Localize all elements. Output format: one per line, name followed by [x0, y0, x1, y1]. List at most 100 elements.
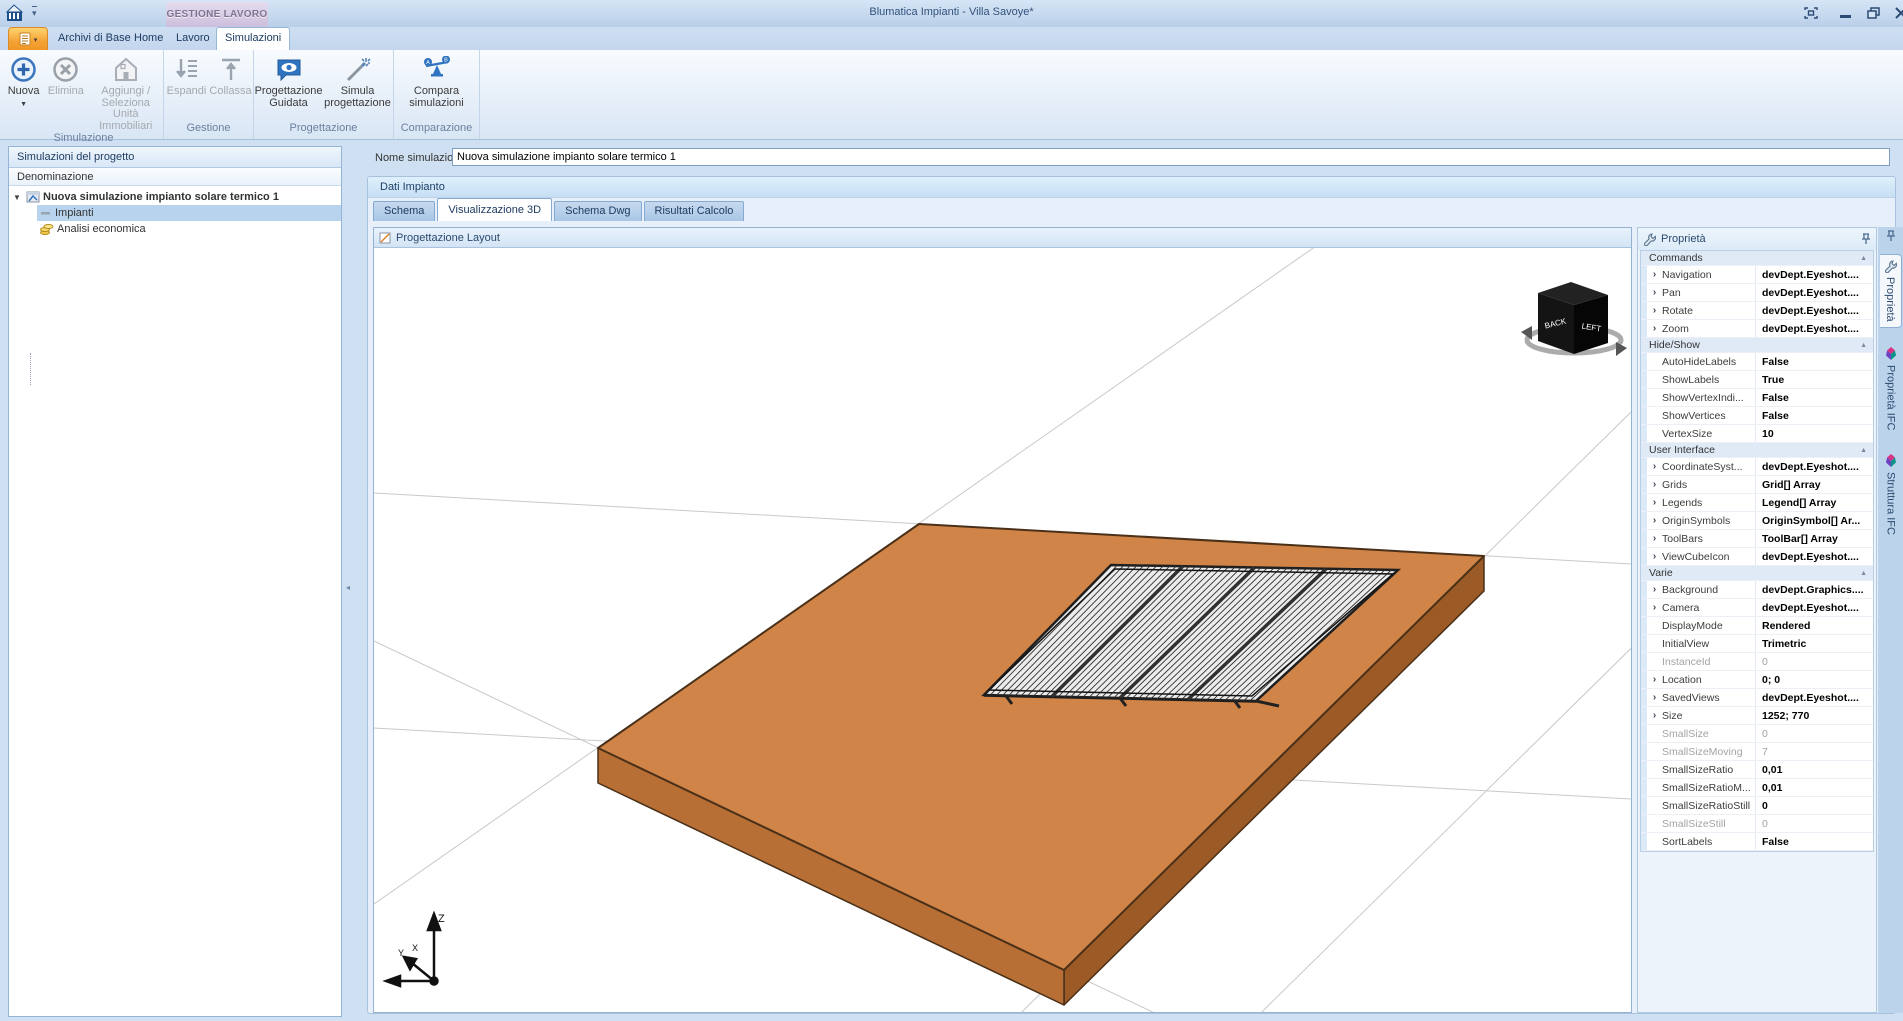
property-row[interactable]: ›CoordinateSyst...devDept.Eyeshot.... — [1641, 458, 1873, 476]
window-title: Blumatica Impianti - Villa Savoye* — [0, 6, 1903, 18]
fullscreen-button[interactable] — [1800, 4, 1822, 22]
properties-panel: Proprietà Commands▲›NavigationdevDept.Ey… — [1637, 227, 1877, 1013]
viewport-3d-panel: Progettazione Layout — [373, 227, 1632, 1013]
chevron-up-icon: ▲ — [1860, 342, 1873, 349]
property-group-row[interactable]: Commands▲ — [1641, 251, 1873, 266]
property-row[interactable]: ›NavigationdevDept.Eyeshot.... — [1641, 266, 1873, 284]
ribbon-group-simulazione: Nuova ▼ Elimina Aggiungi / Seleziona Uni… — [4, 50, 164, 139]
property-row[interactable]: ›OriginSymbolsOriginSymbol[] Ar... — [1641, 512, 1873, 530]
progettazione-guidata-button[interactable]: Progettazione Guidata — [256, 53, 322, 122]
property-row[interactable]: DisplayModeRendered — [1641, 617, 1873, 635]
property-row[interactable]: ›RotatedevDept.Eyeshot.... — [1641, 302, 1873, 320]
coins-icon — [40, 223, 54, 235]
property-row[interactable]: ›BackgrounddevDept.Graphics.... — [1641, 581, 1873, 599]
property-row[interactable]: ›ToolBarsToolBar[] Array — [1641, 530, 1873, 548]
property-row[interactable]: ›CameradevDept.Eyeshot.... — [1641, 599, 1873, 617]
column-header-denominazione[interactable]: Denominazione — [9, 168, 341, 186]
aggiungi-seleziona-unita-button[interactable]: Aggiungi / Seleziona Unità Immobiliari — [88, 53, 163, 132]
expand-arrow-icon: › — [1647, 305, 1662, 316]
elimina-button[interactable]: Elimina — [45, 53, 86, 132]
property-row[interactable]: SmallSizeRatioStill0 — [1641, 797, 1873, 815]
expand-arrow-icon: › — [1647, 497, 1662, 508]
viewport-3d-canvas[interactable]: BACK LEFT Z Y X — [374, 248, 1631, 1012]
svg-text:A: A — [426, 60, 430, 66]
ribbon-group-label: Progettazione — [254, 122, 393, 139]
side-tab-proprieta[interactable]: Proprietà — [1880, 254, 1902, 328]
tree-item-simulazione[interactable]: ▼ Nuova simulazione impianto solare term… — [9, 189, 341, 205]
property-row[interactable]: SmallSizeMoving7 — [1641, 743, 1873, 761]
tab-home[interactable]: Home — [126, 27, 171, 50]
pin-icon[interactable] — [1861, 233, 1871, 245]
side-tab-proprieta-ifc[interactable]: Proprietà IFC — [1880, 342, 1902, 435]
properties-title: Proprietà — [1661, 233, 1706, 245]
ribbon: Nuova ▼ Elimina Aggiungi / Seleziona Uni… — [0, 50, 1903, 140]
property-row[interactable]: ›SavedViewsdevDept.Eyeshot.... — [1641, 689, 1873, 707]
expand-list-icon — [174, 56, 200, 83]
property-row[interactable]: ›ZoomdevDept.Eyeshot.... — [1641, 320, 1873, 338]
viewport-header: Progettazione Layout — [374, 228, 1631, 248]
property-row[interactable]: ›GridsGrid[] Array — [1641, 476, 1873, 494]
expand-arrow-icon: › — [1647, 515, 1662, 526]
tab-lavoro[interactable]: Lavoro — [168, 27, 218, 50]
property-row[interactable]: ShowVertexIndi...False — [1641, 389, 1873, 407]
chevron-expanded-icon[interactable]: ▼ — [11, 193, 23, 202]
side-tab-strip: Proprietà Proprietà IFC Struttura IFC — [1878, 227, 1903, 1013]
ribbon-group-progettazione: Progettazione Guidata Simula progettazio… — [254, 50, 394, 139]
property-row[interactable]: SortLabelsFalse — [1641, 833, 1873, 851]
property-row[interactable]: ›LegendsLegend[] Array — [1641, 494, 1873, 512]
tab-visualizzazione-3d[interactable]: Visualizzazione 3D — [437, 198, 552, 221]
expand-arrow-icon: › — [1647, 461, 1662, 472]
expand-arrow-icon: › — [1647, 602, 1662, 613]
pin-icon[interactable] — [1886, 230, 1896, 242]
x-circle-icon — [52, 56, 79, 83]
expand-arrow-icon: › — [1647, 692, 1662, 703]
property-row[interactable]: VertexSize10 — [1641, 425, 1873, 443]
restore-button[interactable] — [1862, 4, 1884, 22]
espandi-button[interactable]: Espandi — [166, 53, 208, 122]
chevron-down-icon: ▾ — [34, 36, 38, 44]
property-row[interactable]: InstanceId0 — [1641, 653, 1873, 671]
property-row[interactable]: SmallSizeRatio0,01 — [1641, 761, 1873, 779]
side-tab-struttura-ifc[interactable]: Struttura IFC — [1880, 449, 1902, 540]
property-row[interactable]: SmallSizeRatioM...0,01 — [1641, 779, 1873, 797]
property-row[interactable]: ›PandevDept.Eyeshot.... — [1641, 284, 1873, 302]
application-menu-button[interactable]: ▾ — [8, 27, 48, 50]
view-cube[interactable]: BACK LEFT — [1521, 282, 1627, 356]
simulation-name-input[interactable] — [452, 148, 1890, 166]
property-row[interactable]: ›Size1252; 770 — [1641, 707, 1873, 725]
minimize-button[interactable] — [1834, 4, 1856, 22]
tab-risultati-calcolo[interactable]: Risultati Calcolo — [644, 201, 745, 221]
property-group-row[interactable]: User Interface▲ — [1641, 443, 1873, 458]
close-button[interactable] — [1890, 4, 1903, 22]
property-row[interactable]: SmallSizeStill0 — [1641, 815, 1873, 833]
expand-arrow-icon: › — [1647, 674, 1662, 685]
expand-arrow-icon: › — [1647, 551, 1662, 562]
collassa-button[interactable]: Collassa — [210, 53, 252, 122]
tab-simulazioni[interactable]: Simulazioni — [216, 27, 290, 50]
ab-balance-icon: A B — [422, 56, 452, 83]
panel-collapse-arrow[interactable]: ◂ — [344, 560, 352, 614]
tree-connector-line — [30, 353, 40, 385]
tree-item-impianti[interactable]: Impianti — [9, 205, 341, 221]
nuova-button[interactable]: Nuova ▼ — [4, 53, 43, 132]
compara-simulazioni-button[interactable]: A B Compara simulazioni — [396, 53, 478, 122]
property-row[interactable]: AutoHideLabelsFalse — [1641, 353, 1873, 371]
tab-schema[interactable]: Schema — [373, 201, 435, 221]
ribbon-group-comparazione: A B Compara simulazioni Comparazione — [394, 50, 480, 139]
property-row[interactable]: ShowVerticesFalse — [1641, 407, 1873, 425]
property-row[interactable]: InitialViewTrimetric — [1641, 635, 1873, 653]
layout-page-icon — [379, 232, 391, 244]
property-row[interactable]: ShowLabelsTrue — [1641, 371, 1873, 389]
property-row[interactable]: SmallSize0 — [1641, 725, 1873, 743]
property-row[interactable]: ›Location0; 0 — [1641, 671, 1873, 689]
tree-item-analisi-economica[interactable]: Analisi economica — [9, 221, 341, 237]
simula-progettazione-button[interactable]: Simula progettazione — [324, 53, 392, 122]
property-group-row[interactable]: Hide/Show▲ — [1641, 338, 1873, 353]
axis-label-y: Y — [398, 948, 404, 958]
application-window: ▾ GESTIONE LAVORO Blumatica Impianti - V… — [0, 0, 1903, 1021]
axis-triad: Z Y X — [386, 913, 445, 986]
viewport-title: Progettazione Layout — [396, 232, 500, 244]
tab-schema-dwg[interactable]: Schema Dwg — [554, 201, 641, 221]
property-row[interactable]: ›ViewCubeIcondevDept.Eyeshot.... — [1641, 548, 1873, 566]
property-group-row[interactable]: Varie▲ — [1641, 566, 1873, 581]
